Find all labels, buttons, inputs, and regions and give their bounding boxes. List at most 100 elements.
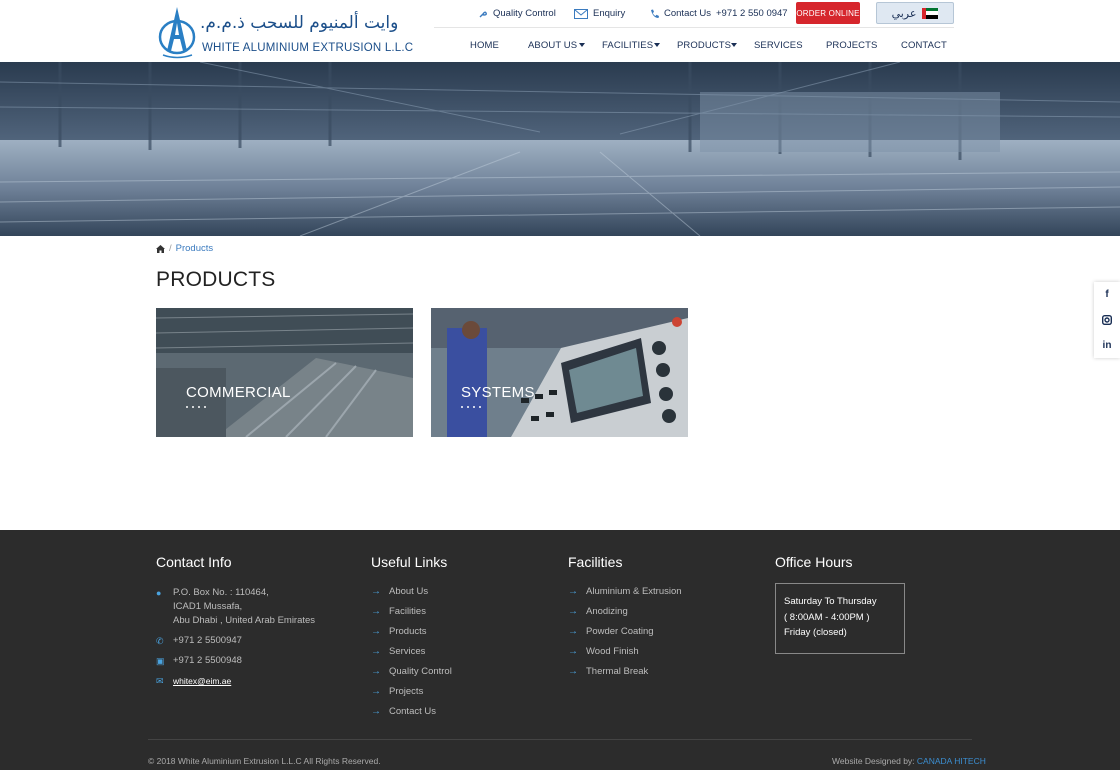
footer-phone: ✆ +971 2 5500947 [156,634,315,648]
order-online-button[interactable]: ORDER ONLINE [796,2,860,24]
contact-prefix: Contact Us [664,8,711,19]
nav-contact[interactable]: CONTACT [901,40,947,51]
arrow-right-icon: → [371,666,381,677]
footer-heading-facilities: Facilities [568,554,623,570]
breadcrumb: / Products [156,243,213,254]
credit-prefix: Website Designed by: [832,756,915,766]
footer-link-projects[interactable]: → Projects [371,686,452,706]
arrow-right-icon: → [568,606,578,617]
link-label: About Us [389,586,429,597]
card-dots [186,406,206,408]
about-chevron-down-icon[interactable] [579,43,585,47]
contact-phone-link[interactable]: Contact Us +971 2 550 0947 [650,8,788,19]
facilities-chevron-down-icon[interactable] [654,43,660,47]
footer-email: ✉ whitex@eim.ae [156,674,315,688]
nav-facilities[interactable]: FACILITIES [602,40,653,51]
nav-services[interactable]: SERVICES [754,40,803,51]
factory-banner-image [0,62,1120,236]
footer-facility-thermal-break[interactable]: → Thermal Break [568,666,682,686]
footer-link-contact[interactable]: → Contact Us [371,706,452,726]
footer-facility-aluminium[interactable]: → Aluminium & Extrusion [568,586,682,606]
link-label: Wood Finish [586,646,639,657]
arrow-right-icon: → [568,586,578,597]
footer-facility-powder-coating[interactable]: → Powder Coating [568,626,682,646]
linkedin-icon[interactable]: in [1103,340,1112,351]
breadcrumb-current[interactable]: Products [176,243,214,254]
footer-fax: ▣ +971 2 5500948 [156,654,315,668]
envelope-icon [574,8,588,19]
logo-a-icon [158,7,196,59]
enquiry-label: Enquiry [593,8,626,19]
arrow-right-icon: → [568,666,578,677]
footer-heading-office-hours: Office Hours [775,554,853,570]
footer-contact-column: Contact Info ● P.O. Box No. : 110464, IC… [156,554,315,694]
hours-line-3: Friday (closed) [784,627,847,638]
phone-text: +971 2 5500947 [173,635,242,646]
hours-line-2: ( 8:00AM - 4:00PM ) [784,611,870,623]
footer-facility-anodizing[interactable]: → Anodizing [568,606,682,626]
arrow-right-icon: → [371,606,381,617]
nav-about-us[interactable]: ABOUT US [528,40,577,51]
arrow-right-icon: → [371,706,381,717]
footer-facility-wood-finish[interactable]: → Wood Finish [568,646,682,666]
map-pin-icon: ● [156,588,162,598]
phone-icon: ✆ [156,636,164,646]
footer-facilities-column: Facilities → Aluminium & Extrusion → Anodi… [568,554,682,686]
card-dots [461,406,481,408]
footer-heading-contact: Contact Info [156,554,232,570]
arrow-right-icon: → [371,686,381,697]
arrow-right-icon: → [371,586,381,597]
designer-credit: Website Designed by: CANADA HITECH [832,756,986,766]
phone-icon [651,9,659,18]
fax-icon: ▣ [156,656,165,666]
footer-link-facilities[interactable]: → Facilities [371,606,452,626]
card-label: SYSTEMS [461,384,535,401]
products-chevron-down-icon[interactable] [731,43,737,47]
site-header: وايت ألمنيوم للسحب ذ.م.م. WHITE ALUMINIU… [0,0,1120,62]
footer-link-quality-control[interactable]: → Quality Control [371,666,452,686]
facebook-icon[interactable]: f [1105,289,1108,300]
arrow-right-icon: → [371,626,381,637]
nav-products[interactable]: PRODUCTS [677,40,731,51]
footer-office-hours-column: Office Hours Saturday To Thursday ( 8:00… [775,554,905,654]
link-label: Powder Coating [586,626,654,637]
email-link[interactable]: whitex@eim.ae [173,674,231,688]
commercial-image [156,308,413,437]
footer-address: ● P.O. Box No. : 110464, ICAD1 Mussafa, … [156,586,315,628]
nav-projects[interactable]: PROJECTS [826,40,877,51]
top-bar: Quality Control Enquiry Contact Us +971 … [434,0,954,28]
quality-control-link[interactable]: Quality Control [478,8,556,19]
social-sidebar: f in [1094,282,1120,358]
language-switch-button[interactable]: عربي [876,2,954,24]
page-title: PRODUCTS [156,268,276,291]
link-label: Projects [389,686,424,697]
link-label: Aluminium & Extrusion [586,586,682,597]
fax-text: +971 2 5500948 [173,655,242,666]
enquiry-link[interactable]: Enquiry [574,8,625,19]
hours-line-1: Saturday To Thursday [784,596,877,607]
footer-link-products[interactable]: → Products [371,626,452,646]
systems-image [431,308,688,437]
quality-icon [479,11,487,17]
copyright-text: © 2018 White Aluminium Extrusion L.L.C A… [148,756,381,766]
nav-home[interactable]: HOME [470,40,499,51]
language-label: عربي [891,6,917,20]
site-logo[interactable]: وايت ألمنيوم للسحب ذ.م.م. WHITE ALUMINIU… [158,5,413,59]
breadcrumb-separator: / [169,243,172,254]
footer-link-about[interactable]: → About Us [371,586,452,606]
credit-brand-link[interactable]: CANADA HITECH [917,756,986,766]
link-label: Services [389,646,426,657]
arrow-right-icon: → [568,646,578,657]
arrow-right-icon: → [568,626,578,637]
link-label: Quality Control [389,666,452,677]
instagram-icon[interactable] [1102,314,1112,325]
quality-control-label: Quality Control [493,8,556,19]
link-label: Facilities [389,606,426,617]
product-card-systems[interactable]: SYSTEMS [431,308,688,437]
uae-flag-icon [922,7,939,19]
footer-useful-links-column: Useful Links → About Us → Facilities → Prod… [371,554,452,726]
envelope-icon: ✉ [156,676,164,686]
product-card-commercial[interactable]: COMMERCIAL [156,308,413,437]
footer-link-services[interactable]: → Services [371,646,452,666]
home-icon[interactable] [156,244,165,253]
